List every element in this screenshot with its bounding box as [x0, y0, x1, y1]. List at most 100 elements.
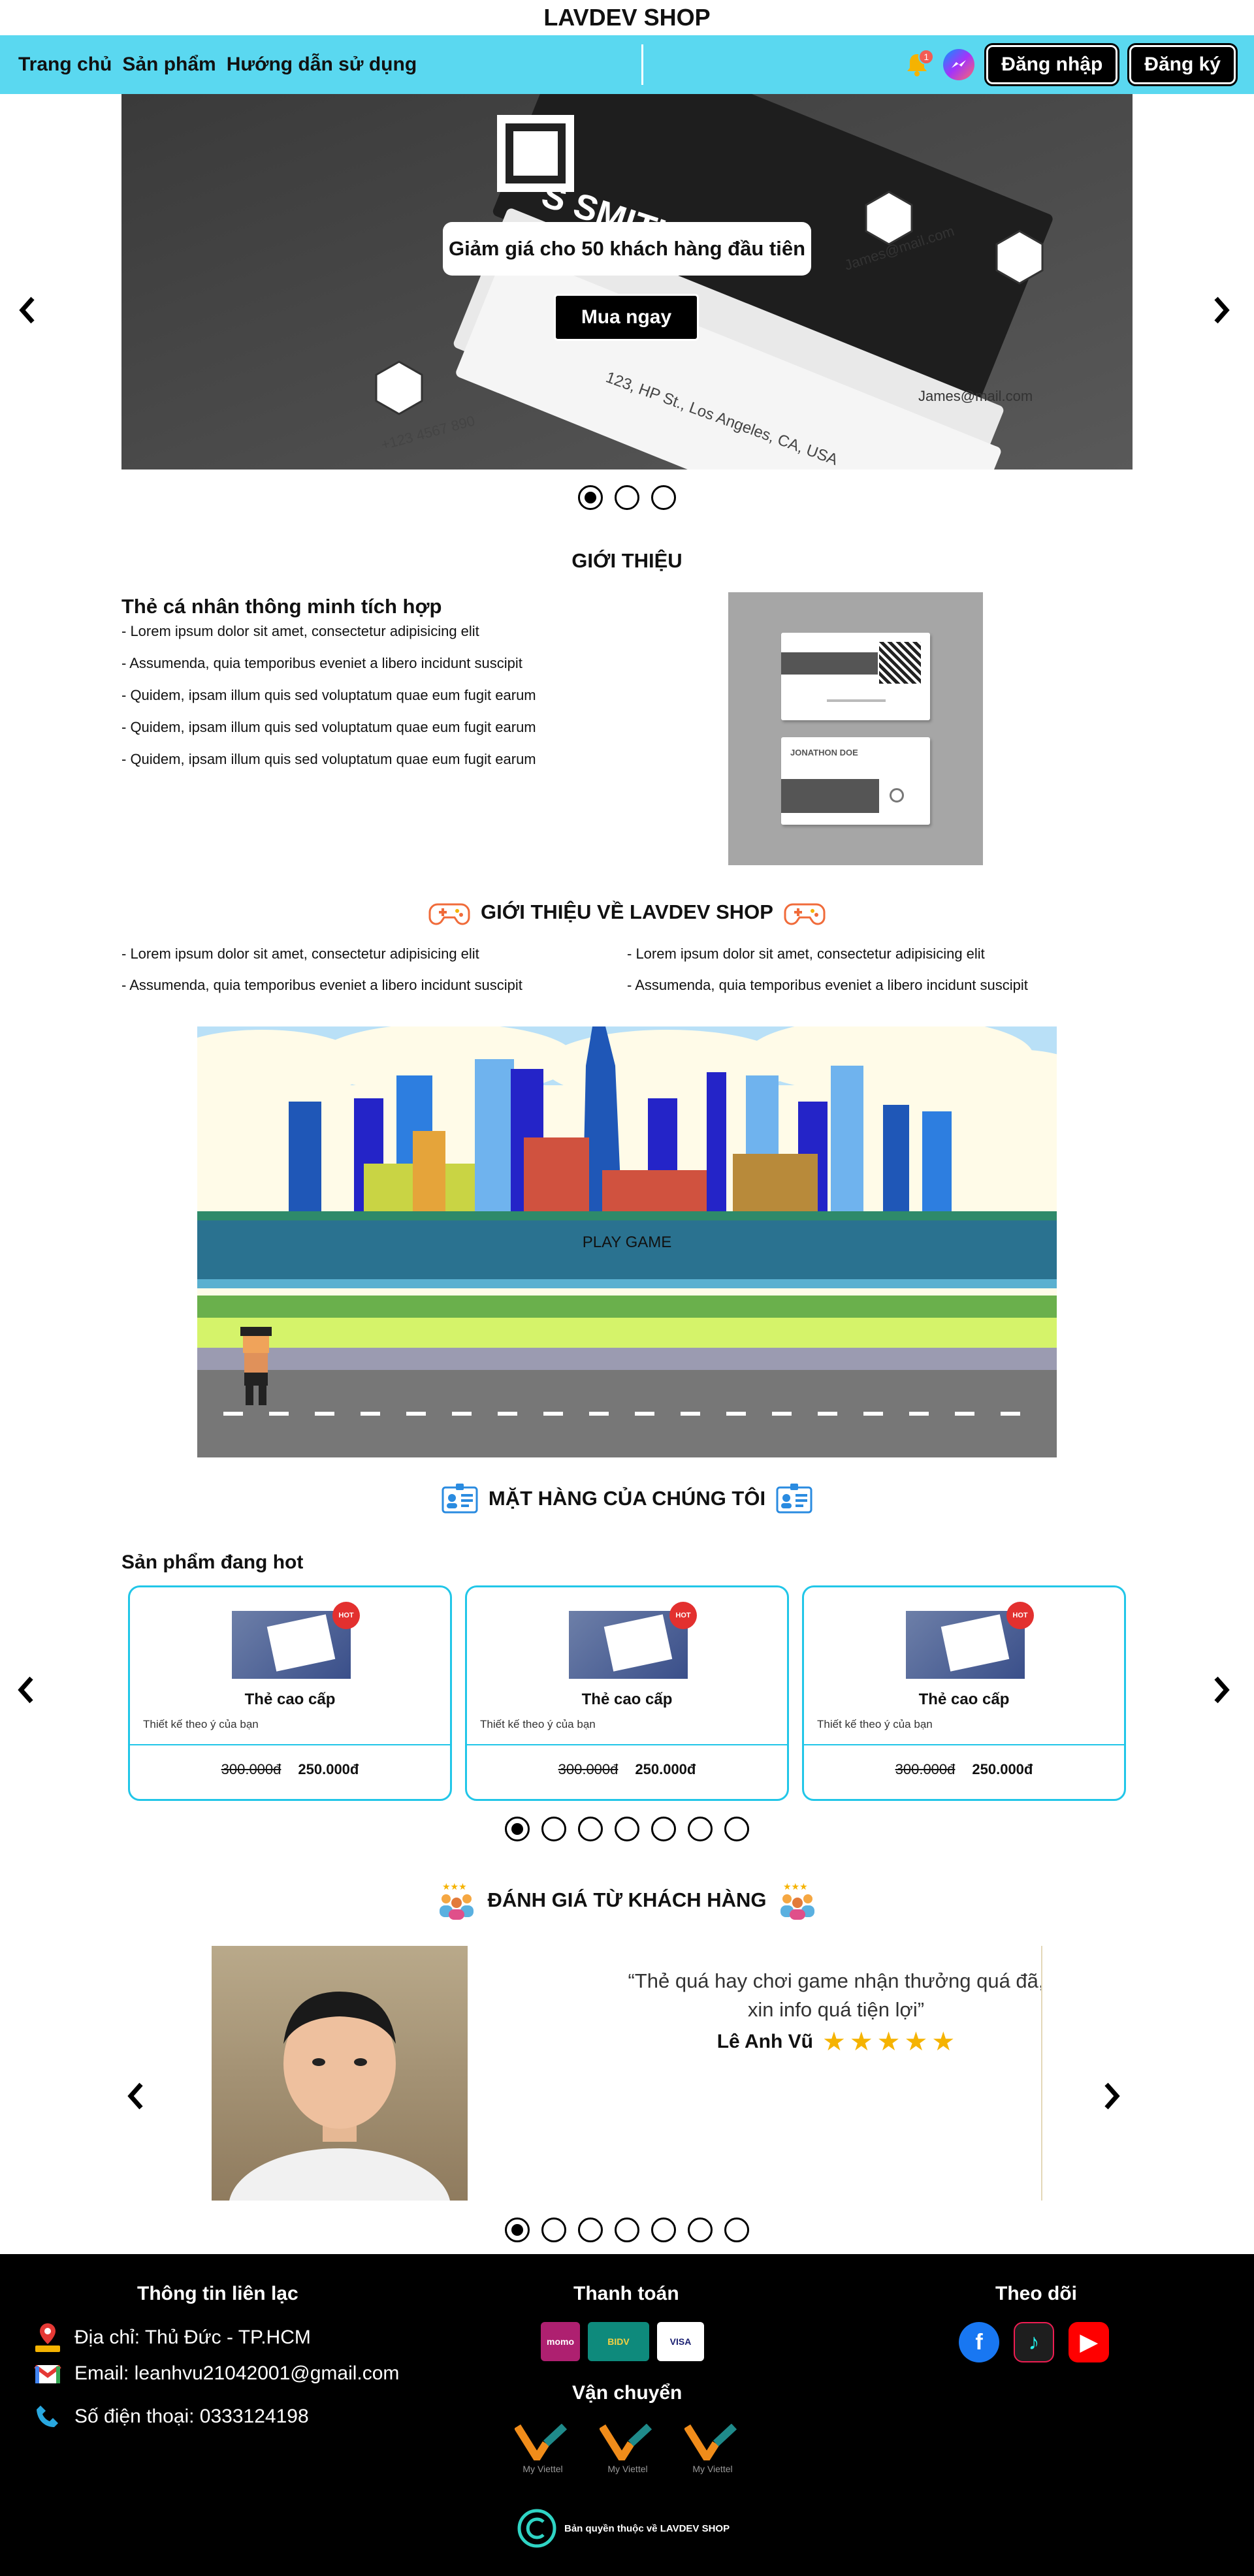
play-game-label[interactable]: PLAY GAME: [583, 1233, 672, 1251]
product-card[interactable]: HOT Thẻ cao cấp Thiết kế theo ý của bạn …: [465, 1585, 789, 1801]
hero-next-button[interactable]: [1212, 290, 1232, 334]
copyright-icon: [517, 2509, 556, 2548]
site-title: LAVDEV SHOP: [543, 4, 711, 31]
about-line: - Assumenda, quia temporibus eveniet a l…: [121, 977, 522, 993]
review-dot[interactable]: [578, 2218, 603, 2242]
visa-icon[interactable]: VISA: [657, 2322, 704, 2361]
svg-text:★★★: ★★★: [783, 1881, 808, 1892]
nav-guide[interactable]: Hướng dẫn sử dụng: [227, 54, 417, 76]
products-next-button[interactable]: [1212, 1670, 1232, 1713]
review-heading-row: ★★★ ĐÁNH GIÁ TỪ KHÁCH HÀNG ★★★: [0, 1881, 1254, 1920]
viettel-logo[interactable]: My Viettel: [683, 2423, 741, 2474]
payment-heading: Thanh toán: [573, 2283, 679, 2304]
id-card-icon: [442, 1484, 478, 1514]
viettel-label: My Viettel: [692, 2464, 733, 2474]
product-image: [569, 1611, 688, 1679]
product-desc: Thiết kế theo ý của bạn: [817, 1718, 933, 1730]
review-dot[interactable]: [505, 2218, 530, 2242]
hot-badge: HOT: [669, 1602, 697, 1629]
customers-icon: ★★★: [780, 1881, 815, 1920]
intro-line: - Lorem ipsum dolor sit amet, consectetu…: [121, 623, 479, 639]
about-col-right: - Lorem ipsum dolor sit amet, consectetu…: [627, 946, 1028, 1009]
product-card[interactable]: HOT Thẻ cao cấp Thiết kế theo ý của bạn …: [128, 1585, 452, 1801]
star-icon: ★: [876, 2027, 901, 2056]
login-button[interactable]: Đăng nhập: [984, 43, 1120, 86]
register-button[interactable]: Đăng ký: [1127, 43, 1238, 86]
phone-row: Số điện thoại: 0333124198: [34, 2403, 309, 2430]
nav-right: 1 Đăng nhập Đăng ký: [903, 43, 1238, 86]
copyright-text: Bản quyền thuộc về LAVDEV SHOP: [564, 2522, 730, 2534]
business-card-name: JONATHON DOE: [790, 748, 858, 757]
review-dot[interactable]: [541, 2218, 566, 2242]
shipping-heading: Vận chuyển: [572, 2382, 683, 2404]
viettel-label: My Viettel: [607, 2464, 648, 2474]
products-dot[interactable]: [688, 1817, 713, 1841]
review-dot[interactable]: [651, 2218, 676, 2242]
product-name: Thẻ cao cấp: [918, 1691, 1010, 1708]
viettel-logo[interactable]: My Viettel: [598, 2423, 656, 2474]
business-card-back: JONATHON DOE: [781, 737, 930, 825]
game-canvas[interactable]: PLAY GAME: [197, 1026, 1057, 1457]
old-price: 300.000đ: [221, 1761, 281, 1777]
payment-methods: momo BIDV VISA: [541, 2322, 704, 2361]
about-heading-row: GIỚI THIỆU VỀ LAVDEV SHOP: [0, 891, 1254, 933]
product-desc: Thiết kế theo ý của bạn: [143, 1718, 259, 1730]
hero-dot[interactable]: [651, 485, 676, 510]
intro-text: Thẻ cá nhân thông minh tích hợp - Lorem …: [121, 595, 709, 784]
intro-line: - Assumenda, quia temporibus eveniet a l…: [121, 655, 522, 671]
notification-badge: 1: [918, 49, 935, 65]
about-columns: - Lorem ipsum dolor sit amet, consectetu…: [0, 946, 1254, 998]
star-icon: ★: [849, 2027, 873, 2056]
location-pin-icon: [35, 2323, 60, 2352]
hero-dot[interactable]: [615, 485, 639, 510]
product-name: Thẻ cao cấp: [581, 1691, 673, 1708]
review-next-button[interactable]: [1102, 2076, 1122, 2119]
shipping-methods: My Viettel My Viettel My Viettel: [513, 2423, 741, 2474]
intro-line: - Quidem, ipsam illum quis sed voluptatu…: [121, 687, 536, 703]
review-quote-line-1: “Thẻ quá hay chơi game nhận thưởng quá đ…: [628, 1969, 1044, 1992]
intro-section: Thẻ cá nhân thông minh tích hợp - Lorem …: [0, 592, 1254, 873]
old-price: 300.000đ: [895, 1761, 956, 1777]
product-price: 300.000đ 250.000đ: [467, 1761, 787, 1778]
review-dot[interactable]: [688, 2218, 713, 2242]
bidv-icon[interactable]: BIDV: [588, 2322, 649, 2361]
review-dot[interactable]: [615, 2218, 639, 2242]
products-dot[interactable]: [541, 1817, 566, 1841]
intro-line: - Quidem, ipsam illum quis sed voluptatu…: [121, 719, 536, 735]
product-price: 300.000đ 250.000đ: [130, 1761, 450, 1778]
facebook-icon[interactable]: f: [959, 2322, 999, 2362]
bell-icon[interactable]: 1: [903, 49, 935, 79]
gamepad-icon: [784, 903, 826, 925]
phone-text[interactable]: Số điện thoại: 0333124198: [74, 2406, 309, 2428]
hero-dot[interactable]: [578, 485, 603, 510]
products-dot[interactable]: [615, 1817, 639, 1841]
nav-products[interactable]: Sản phẩm: [122, 54, 216, 76]
youtube-icon[interactable]: ▶: [1069, 2322, 1109, 2362]
viettel-logo[interactable]: My Viettel: [513, 2423, 571, 2474]
address-text: Địa chỉ: Thủ Đức - TP.HCM: [74, 2327, 311, 2348]
messenger-icon[interactable]: [943, 49, 975, 80]
products-dot[interactable]: [578, 1817, 603, 1841]
products-prev-button[interactable]: [16, 1670, 35, 1713]
customers-icon: ★★★: [439, 1881, 474, 1920]
hero-prev-button[interactable]: [17, 290, 37, 334]
new-price: 250.000đ: [972, 1761, 1033, 1777]
tiktok-icon[interactable]: ♪: [1014, 2322, 1054, 2362]
about-heading: GIỚI THIỆU VỀ LAVDEV SHOP: [481, 900, 773, 923]
buy-now-button[interactable]: Mua ngay: [554, 294, 699, 341]
products-dot[interactable]: [651, 1817, 676, 1841]
email-row: Email: leanhvu21042001@gmail.com: [34, 2362, 399, 2385]
star-icon: ★: [904, 2027, 928, 2056]
review-prev-button[interactable]: [125, 2076, 145, 2119]
star-icon: ★: [822, 2027, 846, 2056]
momo-icon[interactable]: momo: [541, 2322, 580, 2361]
hot-products-title: Sản phẩm đang hot: [121, 1551, 304, 1573]
review-dot[interactable]: [724, 2218, 749, 2242]
email-text[interactable]: Email: leanhvu21042001@gmail.com: [74, 2362, 399, 2385]
products-dot[interactable]: [505, 1817, 530, 1841]
nav-home[interactable]: Trang chủ: [18, 54, 112, 76]
products-dot[interactable]: [724, 1817, 749, 1841]
intro-image: JONATHON DOE: [728, 592, 983, 865]
gmail-icon: [34, 2364, 61, 2383]
product-card[interactable]: HOT Thẻ cao cấp Thiết kế theo ý của bạn …: [802, 1585, 1126, 1801]
